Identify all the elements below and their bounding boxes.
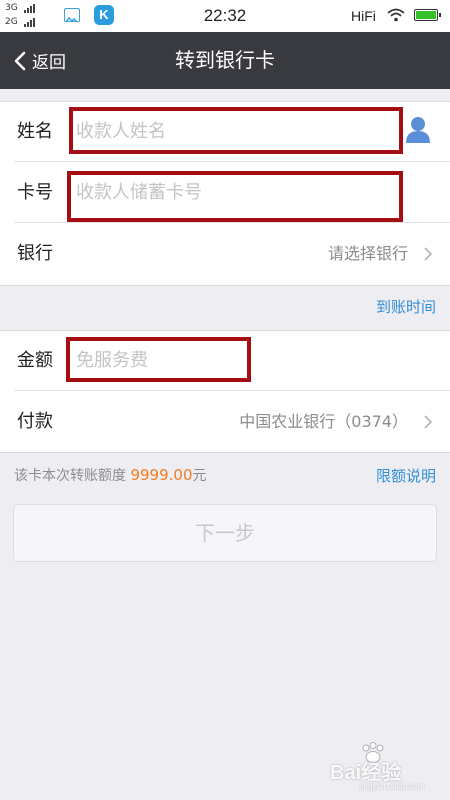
status-bar: 3G 2G K 22:32 HiFi [0,0,450,32]
bank-row[interactable]: 银行 请选择银行 [0,224,450,284]
payment-label: 付款 [17,411,53,432]
baidu-watermark: Bai经验 jingyan.baidu.com [330,742,440,791]
limit-suffix: 元 [192,468,207,484]
payment-row[interactable]: 付款 中国农业银行（0374） [0,392,450,452]
payment-method-value: 中国农业银行（0374） [239,412,408,431]
name-label: 姓名 [17,121,53,142]
nav-bar: 返回 转到银行卡 [0,32,450,89]
battery-icon [414,9,441,21]
name-input[interactable] [76,118,396,146]
watermark-subtext: jingyan.baidu.com [360,782,425,791]
amount-input[interactable] [76,347,236,375]
amount-label: 金额 [17,350,53,371]
transfer-limit-text: 该卡本次转账额度 9999.00元 [14,465,206,485]
next-step-button[interactable]: 下一步 [13,504,437,562]
card-number-input[interactable] [76,179,396,207]
wifi-icon [387,8,405,22]
hifi-label: HiFi [351,8,376,24]
limit-info-link[interactable]: 限额说明 [376,465,436,486]
card-label: 卡号 [17,182,53,203]
bank-select-value: 请选择银行 [327,244,408,263]
status-clock: 22:32 [203,6,247,25]
limit-amount: 9999.00 [130,466,193,484]
contact-icon[interactable] [405,116,431,144]
limit-prefix: 该卡本次转账额度 [14,468,126,484]
bank-label: 银行 [17,243,53,264]
arrival-time-link[interactable]: 到账时间 [376,296,436,317]
page-title: 转到银行卡 [175,48,275,72]
chevron-right-icon [424,415,433,429]
chevron-right-icon [424,247,433,261]
watermark-text: Bai经验 [330,762,402,784]
